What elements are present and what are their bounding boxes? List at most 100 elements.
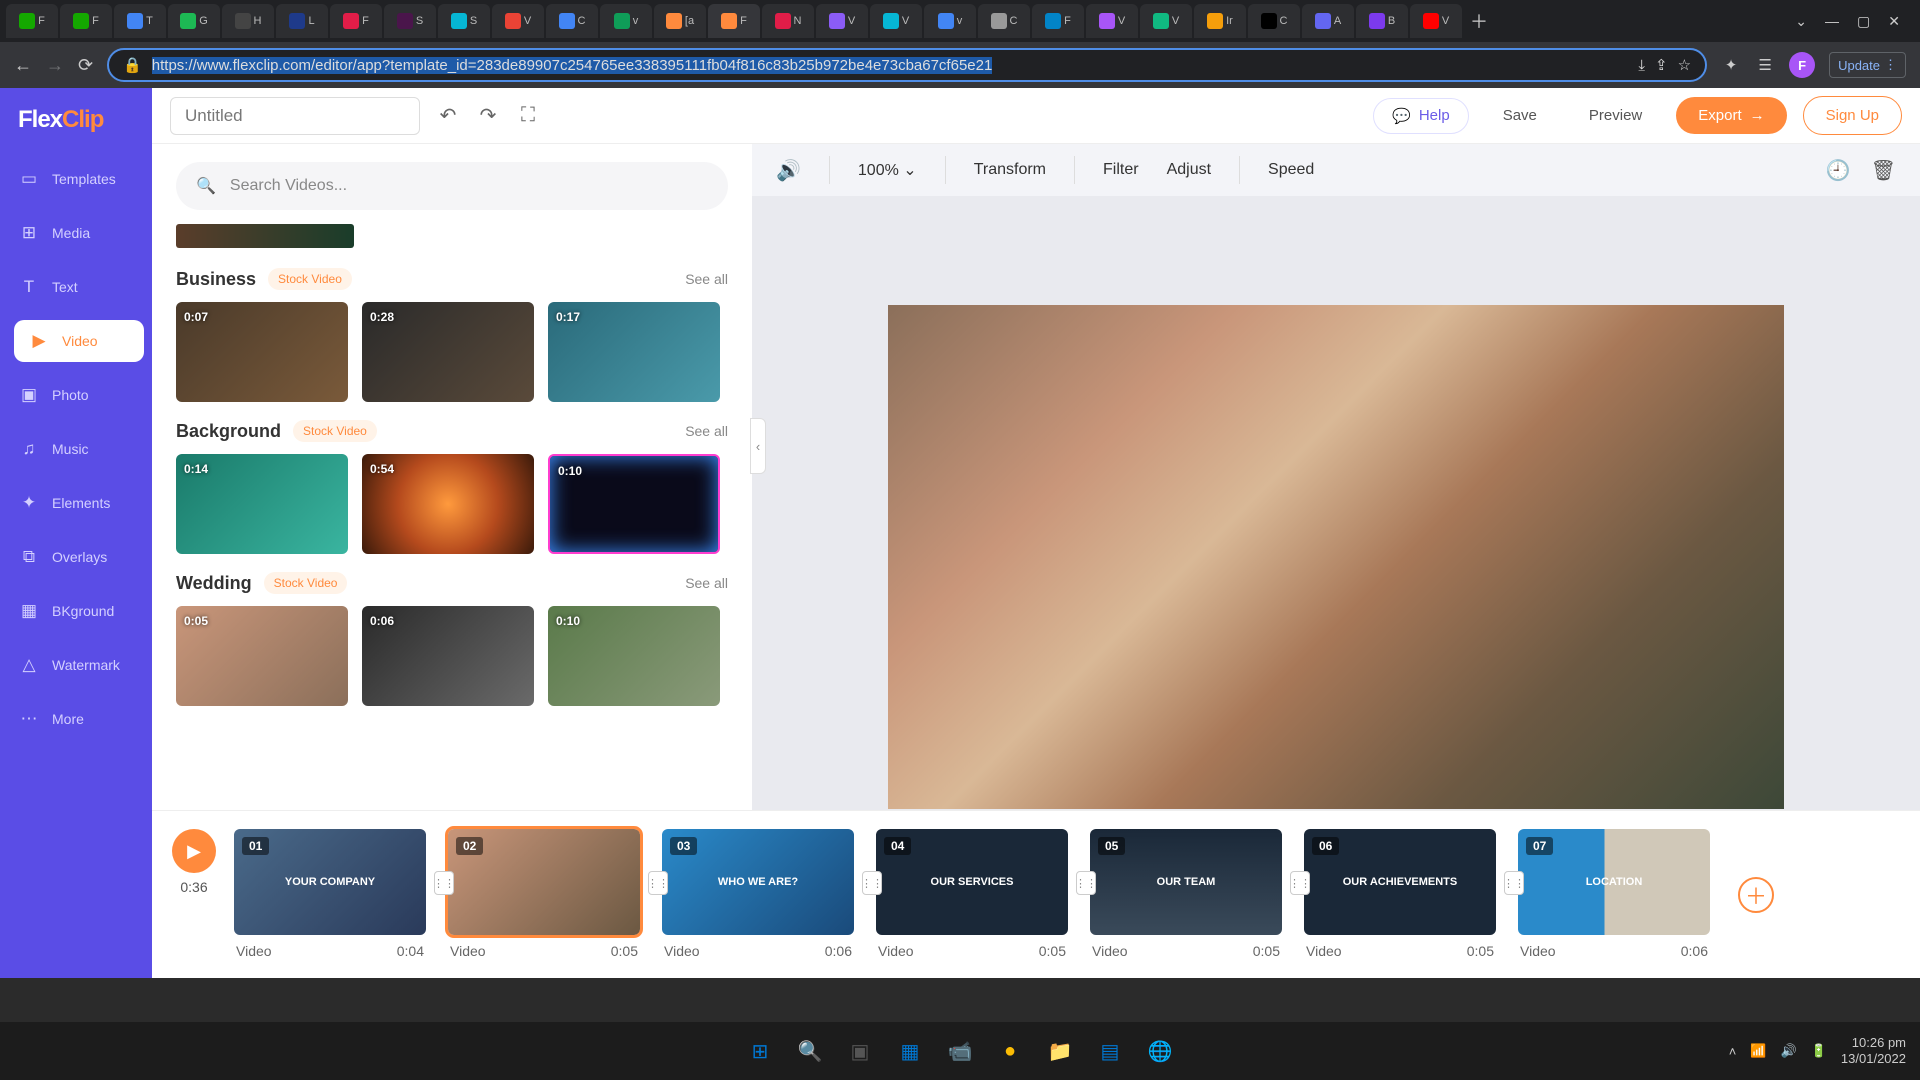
taskbar-app[interactable]: ▣ bbox=[841, 1032, 879, 1070]
see-all-link[interactable]: See all bbox=[685, 271, 728, 287]
video-thumbnail[interactable]: 0:28 bbox=[362, 302, 534, 402]
stock-video-badge[interactable]: Stock Video bbox=[268, 268, 352, 290]
close-icon[interactable]: ✕ bbox=[1888, 13, 1900, 30]
previous-category-thumb[interactable] bbox=[176, 224, 354, 248]
video-thumbnail[interactable]: 0:10 bbox=[548, 606, 720, 706]
browser-tab[interactable]: H bbox=[222, 4, 274, 38]
browser-tab[interactable]: V bbox=[1086, 4, 1138, 38]
timeline-clip[interactable]: 01YOUR COMPANYVideo0:04 bbox=[234, 829, 426, 959]
taskbar-app[interactable]: ⊞ bbox=[741, 1032, 779, 1070]
video-thumbnail[interactable]: 0:06 bbox=[362, 606, 534, 706]
delete-icon[interactable]: 🗑 bbox=[1871, 158, 1896, 183]
browser-tab[interactable]: T bbox=[114, 4, 166, 38]
wifi-icon[interactable]: 📶 bbox=[1750, 1043, 1766, 1059]
browser-tab[interactable]: v bbox=[924, 4, 976, 38]
reading-list-icon[interactable]: ☰ bbox=[1755, 56, 1775, 74]
see-all-link[interactable]: See all bbox=[685, 423, 728, 439]
browser-tab[interactable]: B bbox=[1356, 4, 1408, 38]
browser-tab[interactable]: S bbox=[384, 4, 436, 38]
fullscreen-icon[interactable]: ⛶ bbox=[516, 104, 540, 127]
timeline-clip[interactable]: ⋮⋮02Video0:05 bbox=[448, 829, 640, 959]
browser-tab[interactable]: V bbox=[816, 4, 868, 38]
profile-avatar[interactable]: F bbox=[1789, 52, 1815, 78]
signup-button[interactable]: Sign Up bbox=[1803, 96, 1902, 135]
browser-tab[interactable]: S bbox=[438, 4, 490, 38]
clock[interactable]: 10:26 pm13/01/2022 bbox=[1841, 1035, 1906, 1066]
new-tab-button[interactable]: ＋ bbox=[1464, 8, 1494, 34]
browser-tab[interactable]: F bbox=[708, 4, 760, 38]
project-title-input[interactable]: Untitled bbox=[170, 97, 420, 135]
video-thumbnail[interactable]: 0:17 bbox=[548, 302, 720, 402]
browser-tab[interactable]: C bbox=[978, 4, 1030, 38]
browser-tab[interactable]: V bbox=[1410, 4, 1462, 38]
transition-button[interactable]: ⋮⋮ bbox=[1290, 871, 1310, 895]
browser-tab[interactable]: F bbox=[1032, 4, 1084, 38]
browser-tab[interactable]: v bbox=[600, 4, 652, 38]
add-clip-button[interactable]: ＋ bbox=[1738, 877, 1774, 913]
install-icon[interactable]: ⤓ bbox=[1638, 57, 1645, 74]
browser-tab[interactable]: Ir bbox=[1194, 4, 1246, 38]
sound-icon[interactable]: 🔊 bbox=[1781, 1043, 1797, 1059]
taskbar-app[interactable]: ● bbox=[991, 1032, 1029, 1070]
video-thumbnail[interactable]: 0:14 bbox=[176, 454, 348, 554]
update-button[interactable]: Update⋮ bbox=[1829, 52, 1906, 78]
timeline-clip[interactable]: ⋮⋮07LOCATIONVideo0:06 bbox=[1518, 829, 1710, 959]
tool-adjust[interactable]: Adjust bbox=[1167, 161, 1211, 179]
browser-tab[interactable]: [a bbox=[654, 4, 706, 38]
browser-tab[interactable]: G bbox=[168, 4, 220, 38]
video-thumbnail[interactable]: 0:05 bbox=[176, 606, 348, 706]
sidebar-item-overlays[interactable]: ⧉Overlays bbox=[0, 530, 152, 584]
browser-tab[interactable]: F bbox=[6, 4, 58, 38]
save-button[interactable]: Save bbox=[1485, 99, 1555, 132]
video-thumbnail[interactable]: 0:07 bbox=[176, 302, 348, 402]
redo-icon[interactable]: ↷ bbox=[476, 103, 500, 128]
export-button[interactable]: Export→ bbox=[1676, 97, 1786, 134]
timeline-clip[interactable]: ⋮⋮05OUR TEAMVideo0:05 bbox=[1090, 829, 1282, 959]
video-thumbnail[interactable]: 0:54 bbox=[362, 454, 534, 554]
browser-tab[interactable]: V bbox=[492, 4, 544, 38]
video-canvas[interactable] bbox=[888, 305, 1784, 809]
taskbar-app[interactable]: 🌐 bbox=[1141, 1032, 1179, 1070]
url-bar[interactable]: 🔒 https://www.flexclip.com/editor/app?te… bbox=[107, 48, 1707, 82]
minimize-icon[interactable]: — bbox=[1825, 13, 1839, 30]
tool-speed[interactable]: Speed bbox=[1268, 161, 1314, 179]
timeline-clip[interactable]: ⋮⋮06OUR ACHIEVEMENTSVideo0:05 bbox=[1304, 829, 1496, 959]
history-icon[interactable]: 🕘 bbox=[1826, 158, 1851, 183]
reload-icon[interactable]: ⟳ bbox=[78, 55, 93, 76]
transition-button[interactable]: ⋮⋮ bbox=[648, 871, 668, 895]
tool-transform[interactable]: Transform bbox=[974, 161, 1046, 179]
browser-tab[interactable]: F bbox=[330, 4, 382, 38]
tool-filter[interactable]: Filter bbox=[1103, 161, 1139, 179]
share-icon[interactable]: ⇪ bbox=[1655, 56, 1668, 74]
transition-button[interactable]: ⋮⋮ bbox=[1076, 871, 1096, 895]
sidebar-item-photo[interactable]: ▣Photo bbox=[0, 368, 152, 422]
tray-chevron-icon[interactable]: ˄ bbox=[1729, 1044, 1737, 1059]
sidebar-item-templates[interactable]: ▭Templates bbox=[0, 152, 152, 206]
back-icon[interactable]: ← bbox=[14, 55, 32, 76]
sidebar-item-watermark[interactable]: △Watermark bbox=[0, 638, 152, 692]
zoom-dropdown[interactable]: 100% ⌄ bbox=[858, 160, 917, 180]
browser-tab[interactable]: L bbox=[276, 4, 328, 38]
stock-video-badge[interactable]: Stock Video bbox=[293, 420, 377, 442]
volume-icon[interactable]: 🔊 bbox=[776, 158, 801, 183]
stock-video-badge[interactable]: Stock Video bbox=[264, 572, 348, 594]
extensions-icon[interactable]: ✦ bbox=[1721, 56, 1741, 74]
see-all-link[interactable]: See all bbox=[685, 575, 728, 591]
undo-icon[interactable]: ↶ bbox=[436, 103, 460, 128]
chevron-down-icon[interactable]: ⌄ bbox=[1795, 13, 1807, 30]
transition-button[interactable]: ⋮⋮ bbox=[862, 871, 882, 895]
timeline-clip[interactable]: ⋮⋮03WHO WE ARE?Video0:06 bbox=[662, 829, 854, 959]
sidebar-item-more[interactable]: ⋯More bbox=[0, 692, 152, 746]
browser-tab[interactable]: C bbox=[1248, 4, 1300, 38]
sidebar-item-bkground[interactable]: ▦BKground bbox=[0, 584, 152, 638]
video-thumbnail[interactable]: 0:10 bbox=[548, 454, 720, 554]
taskbar-app[interactable]: 📹 bbox=[941, 1032, 979, 1070]
taskbar-app[interactable]: 🔍 bbox=[791, 1032, 829, 1070]
help-button[interactable]: 💬Help bbox=[1373, 98, 1469, 134]
timeline-play-button[interactable]: ▶ bbox=[172, 829, 216, 873]
browser-tab[interactable]: C bbox=[546, 4, 598, 38]
forward-icon[interactable]: → bbox=[46, 55, 64, 76]
collapse-panel-button[interactable]: ‹ bbox=[750, 418, 766, 474]
browser-tab[interactable]: V bbox=[870, 4, 922, 38]
taskbar-app[interactable]: ▤ bbox=[1091, 1032, 1129, 1070]
